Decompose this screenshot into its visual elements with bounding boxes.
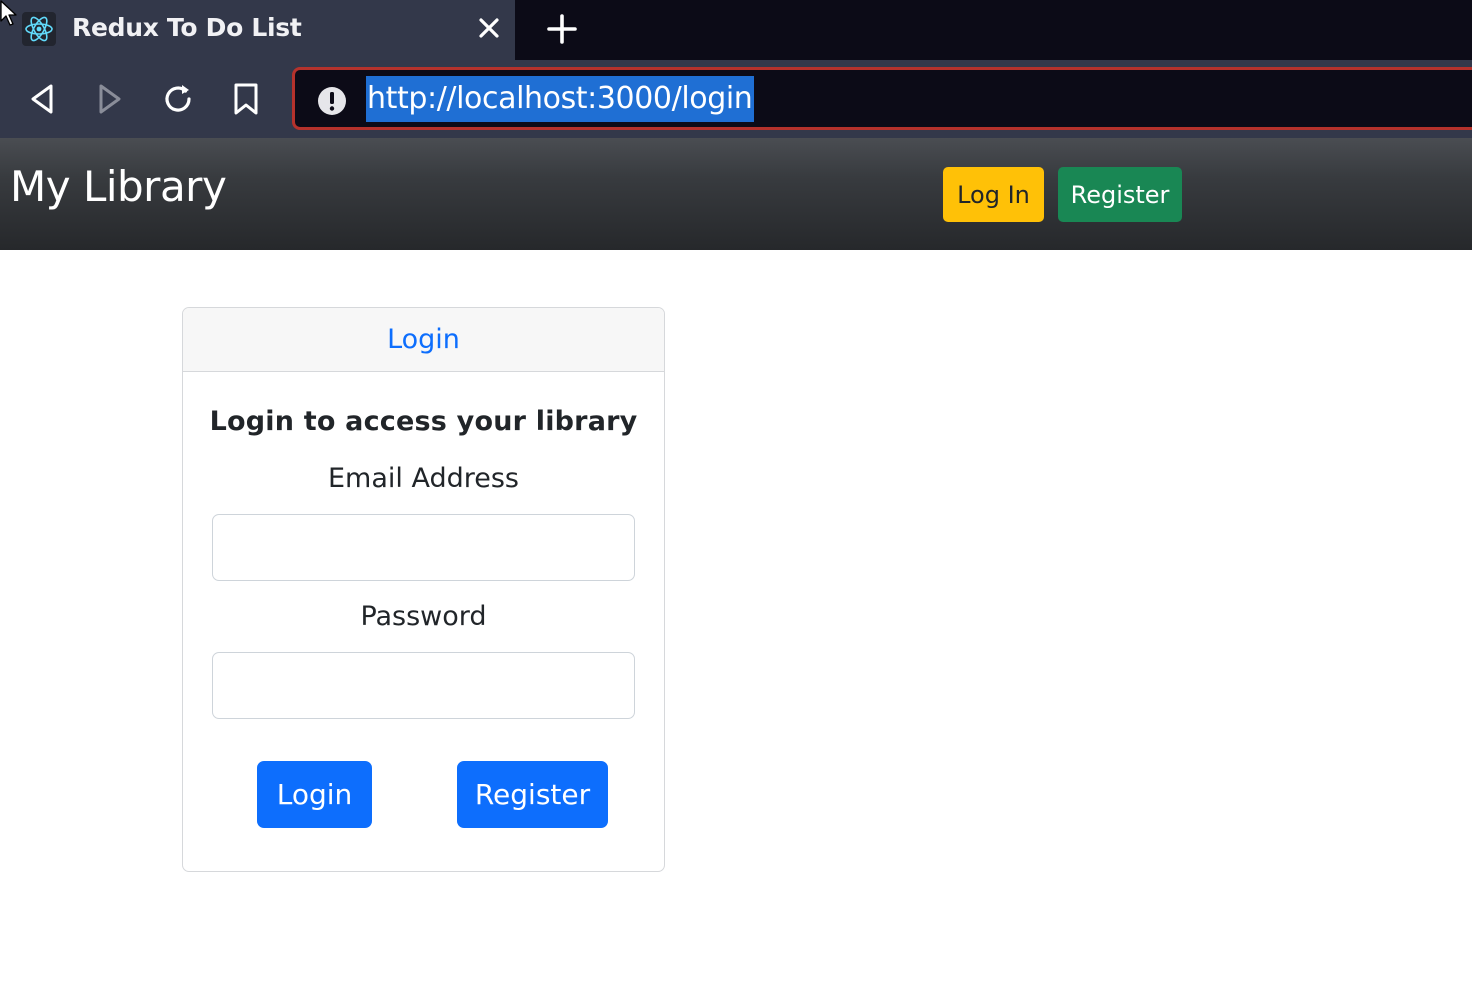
url-text[interactable]: http://localhost:3000/login [366, 76, 755, 122]
browser-tabstrip: Redux To Do List [0, 0, 1472, 60]
address-bar[interactable]: http://localhost:3000/login [292, 67, 1472, 130]
brand-title[interactable]: My Library [10, 162, 227, 211]
info-exclamation-icon[interactable] [317, 86, 347, 116]
bookmark-icon[interactable] [226, 79, 266, 119]
mouse-cursor-icon [0, 0, 17, 26]
tab-title: Redux To Do List [72, 13, 302, 42]
reload-icon[interactable] [158, 79, 198, 119]
login-header-link[interactable]: Login [387, 324, 460, 355]
navbar-login-button[interactable]: Log In [943, 167, 1044, 222]
browser-toolbar: http://localhost:3000/login [0, 60, 1472, 138]
card-subtitle: Login to access your library [209, 406, 638, 437]
login-button[interactable]: Login [257, 761, 372, 828]
close-tab-icon[interactable] [474, 13, 504, 43]
navbar-register-button[interactable]: Register [1058, 167, 1182, 222]
password-label: Password [360, 601, 487, 632]
card-header: Login [183, 308, 664, 372]
browser-tab[interactable]: Redux To Do List [0, 0, 515, 60]
plus-icon[interactable] [544, 11, 580, 47]
react-atom-icon [22, 12, 56, 46]
email-field[interactable] [212, 514, 635, 581]
back-triangle-icon[interactable] [22, 79, 62, 119]
password-field[interactable] [212, 652, 635, 719]
app-navbar: My Library Log In Register [0, 138, 1472, 250]
forward-triangle-icon[interactable] [90, 79, 130, 119]
login-card: Login Login to access your library Email… [182, 307, 665, 872]
email-label: Email Address [327, 463, 520, 494]
register-button[interactable]: Register [457, 761, 608, 828]
